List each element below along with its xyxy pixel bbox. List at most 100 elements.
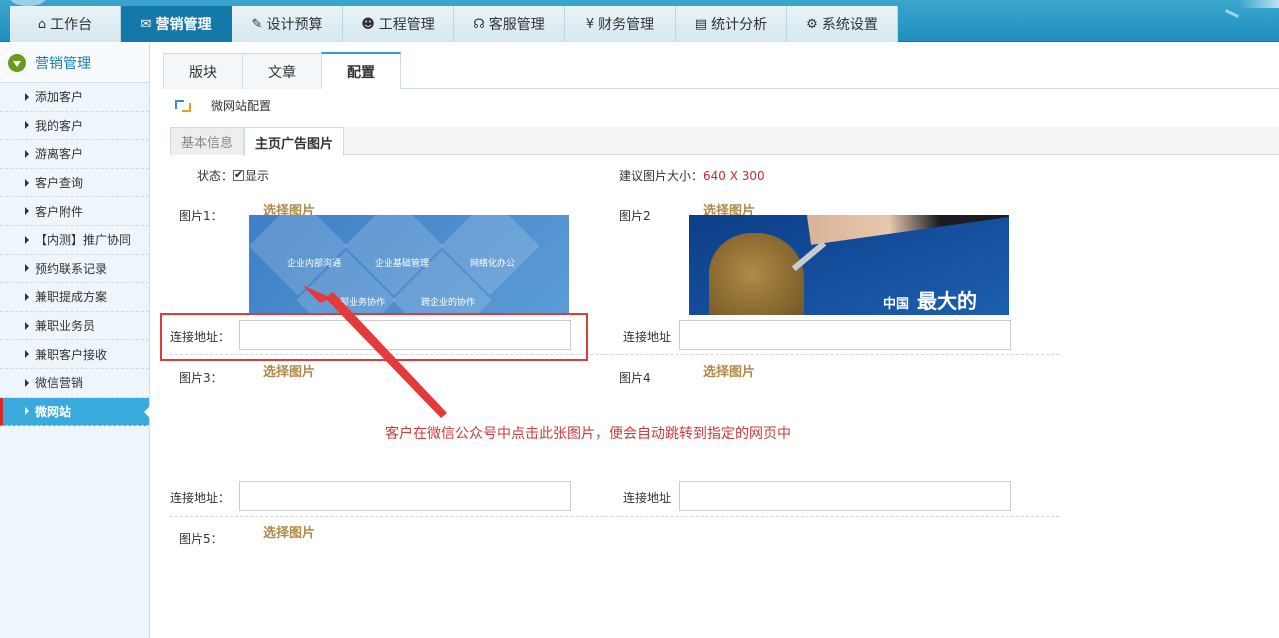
config-subtabs: 基本信息 主页广告图片	[170, 127, 1279, 156]
edit-icon: ✎	[251, 16, 263, 32]
users-icon: ☻	[361, 16, 375, 32]
header-decoration-line	[1225, 9, 1239, 18]
sidebar-item-label: 我的客户	[35, 118, 84, 133]
nav-tab-workbench[interactable]: ⌂ 工作台	[10, 6, 121, 42]
row-divider	[170, 516, 1059, 517]
size-hint-label: 建议图片大小：	[619, 169, 704, 183]
sidebar-title: 营销管理	[35, 55, 91, 72]
annotation-text: 客户在微信公众号中点击此张图片，便会自动跳转到指定的网页中	[385, 426, 791, 442]
caret-right-icon	[25, 378, 29, 387]
sidebar-item-label: 兼职业务员	[35, 319, 96, 334]
nav-tab-customer-service[interactable]: ☊ 客服管理	[454, 6, 565, 42]
nav-tab-label: 系统设置	[821, 17, 878, 33]
collapse-icon	[8, 53, 26, 72]
caret-right-icon	[25, 149, 29, 158]
nav-tab-design-budget[interactable]: ✎ 设计预算	[232, 6, 343, 42]
banner-caption: 网络化办公	[470, 259, 516, 269]
sidebar-item-free-customers[interactable]: 游离客户	[0, 140, 149, 169]
expand-arrows-icon	[175, 99, 191, 112]
nav-tab-statistics[interactable]: ▤ 统计分析	[676, 6, 787, 42]
caret-right-icon	[25, 178, 29, 187]
size-hint: 建议图片大小：640 X 300	[619, 167, 765, 184]
nav-tab-label: 工程管理	[378, 17, 435, 33]
caret-right-icon	[25, 121, 29, 130]
caret-right-icon	[25, 292, 29, 301]
choose-image-4-link[interactable]: 选择图片	[703, 361, 755, 380]
nav-tab-marketing[interactable]: ✉ 营销管理	[121, 6, 232, 42]
choose-image-3-link[interactable]: 选择图片	[263, 361, 315, 380]
subtab-home-ad-images[interactable]: 主页广告图片	[244, 127, 345, 156]
sidebar-item-label: 添加客户	[35, 90, 84, 105]
status-label: 状态：	[197, 169, 234, 183]
url-label-3: 连接地址：	[170, 491, 231, 505]
caret-right-icon	[25, 235, 29, 244]
picture-1-label: 图片1：	[179, 209, 223, 223]
sidebar-item-part-time-sales[interactable]: 兼职业务员	[0, 312, 149, 341]
main-nav: ⌂ 工作台 ✉ 营销管理 ✎ 设计预算 ☻ 工程管理 ☊ 客服管理 ¥ 财务管理 ▤ 统计分析…	[10, 6, 898, 42]
url-input-3[interactable]	[239, 481, 571, 511]
home-icon: ⌂	[37, 16, 47, 32]
header-decoration	[1239, 0, 1279, 8]
nav-tab-label: 营销管理	[155, 17, 212, 33]
banner-image-1[interactable]: 企业内部沟通 企业基础管理 网络化办公 内部业务协作 跨企业的协作	[249, 215, 569, 315]
sidebar-item-promotion-collab[interactable]: 【内测】推广协同	[0, 226, 149, 255]
sidebar-item-label: 兼职提成方案	[35, 290, 108, 305]
banner-caption: 内部业务协作	[331, 298, 386, 308]
banner-small-text: 中国	[883, 297, 910, 312]
sidebar-item-label: 【内测】推广协同	[35, 233, 132, 248]
sidebar-item-wechat-marketing[interactable]: 微信营销	[0, 369, 149, 398]
sidebar-item-customer-attachments[interactable]: 客户附件	[0, 197, 149, 226]
nav-tab-label: 工作台	[50, 17, 93, 33]
nav-tab-settings[interactable]: ⚙ 系统设置	[787, 6, 898, 42]
banner-caption: 企业基础管理	[375, 259, 430, 269]
picture-3-label: 图片3：	[179, 371, 223, 385]
sidebar-item-label: 客户附件	[35, 204, 84, 219]
tab-sections[interactable]: 版块	[163, 53, 243, 89]
picture-2-label: 图片2	[619, 209, 651, 223]
breadcrumb: 微网站配置	[175, 97, 271, 114]
sidebar-item-my-customers[interactable]: 我的客户	[0, 112, 149, 141]
subtab-basic-info[interactable]: 基本信息	[170, 127, 245, 155]
chart-icon: ▤	[694, 16, 708, 32]
nav-tab-finance[interactable]: ¥ 财务管理	[565, 6, 676, 42]
sidebar-item-label: 微网站	[35, 404, 72, 419]
sidebar-item-commission-plan[interactable]: 兼职提成方案	[0, 283, 149, 312]
banner-image-2[interactable]: 中国 最大的	[689, 215, 1009, 315]
url-input-4[interactable]	[679, 481, 1011, 511]
sidebar-header[interactable]: 营销管理	[0, 43, 149, 83]
page-title: 微网站配置	[211, 99, 272, 113]
banner-caption: 企业内部沟通	[287, 259, 342, 269]
show-checkbox[interactable]	[233, 168, 245, 181]
gear-icon: ⚙	[806, 16, 818, 32]
money-bag-graphic	[709, 233, 804, 315]
caret-right-icon	[25, 207, 29, 216]
chat-icon: ✉	[140, 16, 152, 32]
sidebar-item-appointment-records[interactable]: 预约联系记录	[0, 255, 149, 284]
top-navigation-bar: ⌂ 工作台 ✉ 营销管理 ✎ 设计预算 ☻ 工程管理 ☊ 客服管理 ¥ 财务管理 ▤ 统计分析…	[0, 0, 1279, 42]
yen-icon: ¥	[585, 16, 595, 32]
headset-icon: ☊	[473, 16, 485, 32]
choose-image-5-link[interactable]: 选择图片	[263, 522, 315, 541]
url-input-2[interactable]	[679, 320, 1011, 350]
sidebar-item-customer-query[interactable]: 客户查询	[0, 169, 149, 198]
tab-articles[interactable]: 文章	[242, 53, 322, 89]
banner-big-text: 最大的	[917, 289, 977, 313]
caret-right-icon	[25, 407, 29, 416]
nav-tab-label: 客服管理	[488, 17, 545, 33]
highlight-box	[160, 313, 588, 361]
sidebar-item-part-time-receive[interactable]: 兼职客户接收	[0, 340, 149, 369]
sidebar-item-label: 微信营销	[35, 376, 84, 391]
picture-5-label: 图片5：	[179, 532, 223, 546]
caret-right-icon	[25, 321, 29, 330]
caret-right-icon	[25, 264, 29, 273]
picture-4-label: 图片4	[619, 371, 651, 385]
caret-right-icon	[25, 350, 29, 359]
sidebar-item-add-customer[interactable]: 添加客户	[0, 83, 149, 112]
banner-caption: 跨企业的协作	[421, 298, 476, 308]
sidebar-item-micro-site[interactable]: 微网站	[0, 397, 150, 427]
nav-tab-engineering[interactable]: ☻ 工程管理	[343, 6, 454, 42]
sidebar-item-label: 预约联系记录	[35, 261, 108, 276]
tab-config[interactable]: 配置	[321, 52, 401, 89]
sidebar-item-label: 兼职客户接收	[35, 347, 108, 362]
show-checkbox-label: 显示	[245, 169, 270, 183]
